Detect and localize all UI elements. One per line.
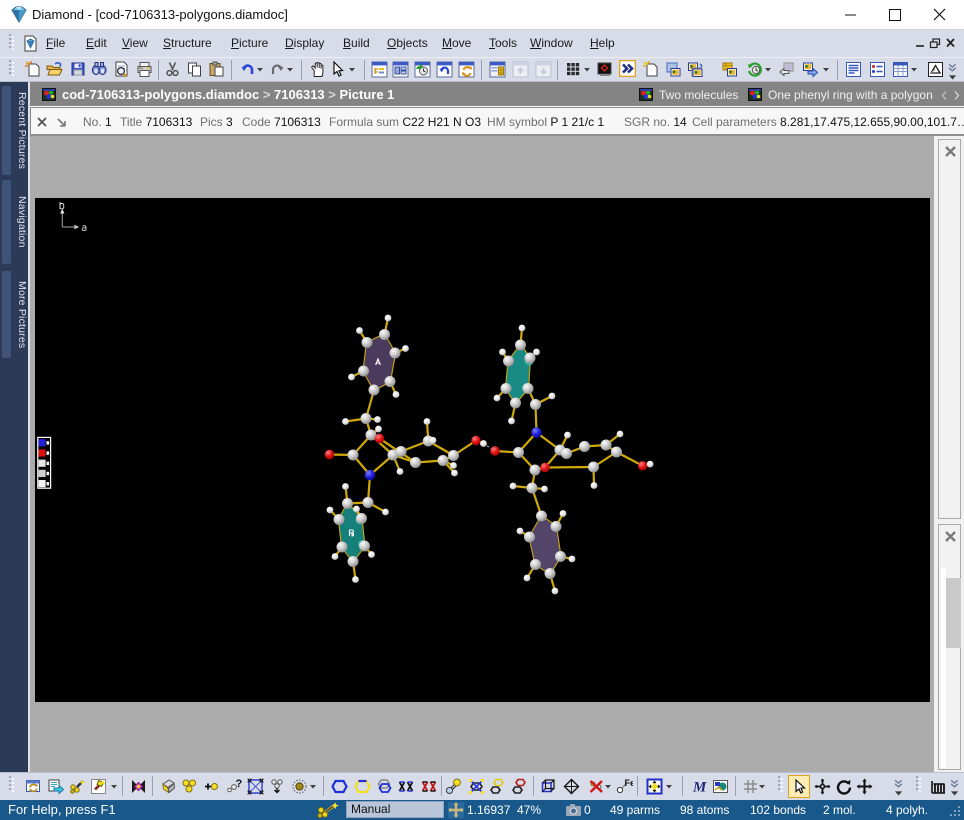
svg-text:?: ? xyxy=(236,778,243,790)
svg-text:M: M xyxy=(692,780,707,796)
svg-text:Fe: Fe xyxy=(625,778,634,788)
